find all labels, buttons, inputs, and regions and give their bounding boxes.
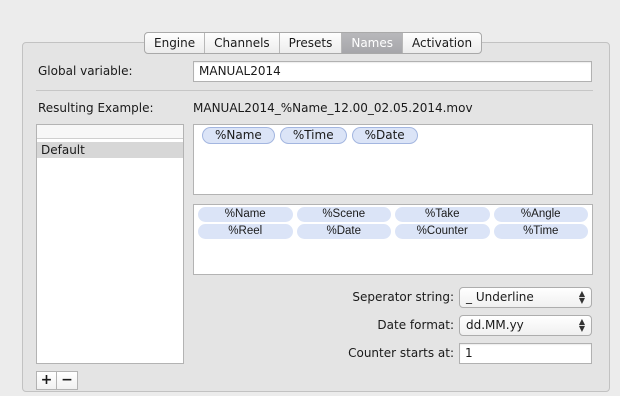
- token-name[interactable]: %Name: [202, 127, 275, 144]
- token-time[interactable]: %Time: [279, 127, 347, 144]
- remove-preset-button[interactable]: −: [57, 372, 77, 389]
- tab-channels[interactable]: Channels: [205, 33, 280, 53]
- date-format-select[interactable]: dd.MM.yy ▲ ▼: [459, 315, 592, 336]
- date-format-label: Date format:: [377, 318, 454, 332]
- token-date[interactable]: %Date: [351, 127, 418, 144]
- palette-token-name[interactable]: %Name: [198, 207, 293, 222]
- counter-label: Counter starts at:: [348, 346, 454, 360]
- resulting-example-label: Resulting Example:: [38, 101, 154, 115]
- tab-engine[interactable]: Engine: [145, 33, 206, 53]
- palette-token-scene[interactable]: %Scene: [296, 207, 391, 222]
- separator-select[interactable]: _ Underline ▲ ▼: [459, 287, 592, 308]
- tab-activation[interactable]: Activation: [403, 33, 481, 53]
- divider: [36, 90, 593, 91]
- palette-token-counter[interactable]: %Counter: [395, 224, 490, 239]
- palette-token-reel[interactable]: %Reel: [198, 224, 293, 239]
- separator-value: _ Underline: [466, 290, 534, 304]
- palette-token-time[interactable]: %Time: [493, 224, 588, 239]
- list-item-default[interactable]: Default: [37, 142, 183, 158]
- up-down-arrows-icon: ▲ ▼: [578, 317, 585, 333]
- list-header: [37, 125, 183, 139]
- tab-names[interactable]: Names: [342, 33, 403, 53]
- separator-label: Seperator string:: [352, 290, 454, 304]
- global-variable-label: Global variable:: [38, 64, 133, 78]
- palette-token-date[interactable]: %Date: [296, 224, 391, 239]
- resulting-example-value: MANUAL2014_%Name_12.00_02.05.2014.mov: [193, 101, 473, 115]
- palette-token-take[interactable]: %Take: [395, 207, 490, 222]
- presets-list[interactable]: Default: [36, 124, 184, 364]
- name-pattern-field[interactable]: %Name %Time %Date: [193, 124, 593, 195]
- tab-bar: Engine Channels Presets Names Activation: [144, 32, 483, 54]
- up-down-arrows-icon: ▲ ▼: [578, 289, 585, 305]
- palette-token-angle[interactable]: %Angle: [493, 207, 588, 222]
- global-variable-input[interactable]: MANUAL2014: [193, 61, 592, 82]
- add-preset-button[interactable]: +: [37, 372, 57, 389]
- tab-presets[interactable]: Presets: [280, 33, 343, 53]
- counter-start-input[interactable]: 1: [459, 343, 592, 364]
- date-format-value: dd.MM.yy: [466, 318, 524, 332]
- list-buttons: + −: [36, 371, 78, 390]
- token-palette: %Name %Scene %Take %Angle %Reel %Date %C…: [193, 204, 593, 275]
